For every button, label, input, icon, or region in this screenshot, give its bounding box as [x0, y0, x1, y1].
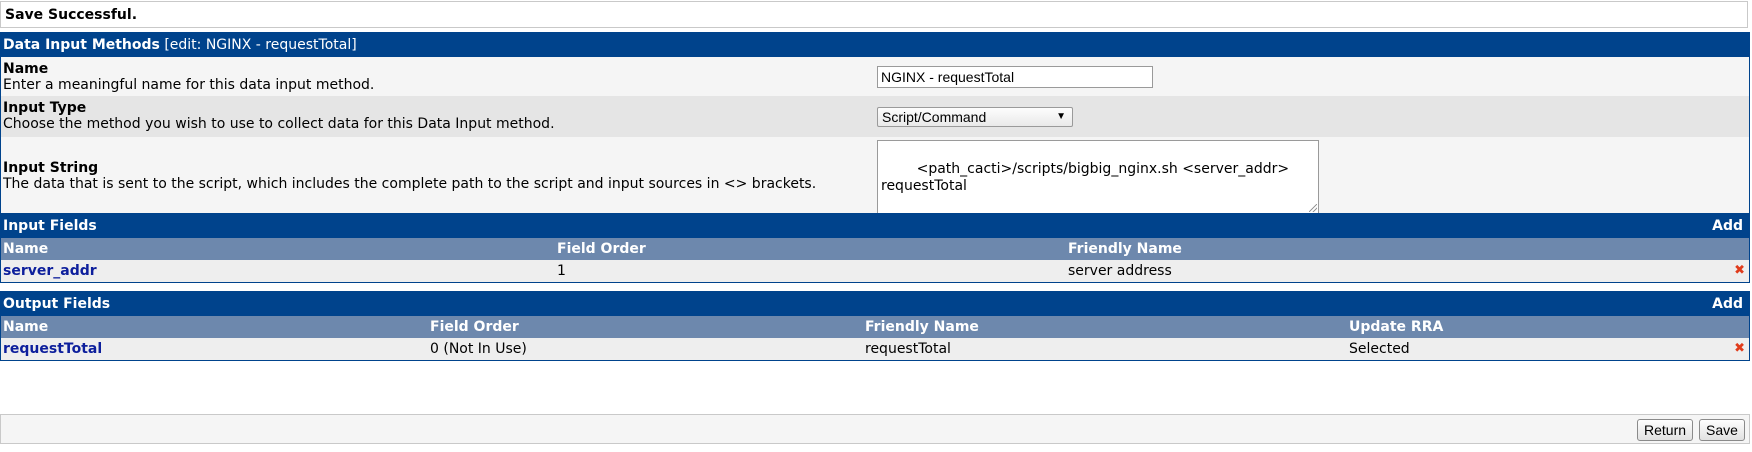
- table-row: server_addr 1 server address ✖: [1, 260, 1749, 282]
- save-message: Save Successful.: [0, 1, 1748, 28]
- panel-header: Data Input Methods [edit: NGINX - reques…: [1, 33, 1749, 57]
- input-type-select[interactable]: Script/Command ▼: [877, 107, 1073, 127]
- input-fields-title: Input Fields: [3, 218, 97, 234]
- output-field-friendly-name: requestTotal: [865, 341, 951, 357]
- name-input[interactable]: NGINX - requestTotal: [877, 66, 1153, 88]
- output-fields-add-link[interactable]: Add: [1712, 292, 1743, 316]
- chevron-down-icon: ▼: [1056, 111, 1066, 122]
- input-field-name-link[interactable]: server_addr: [3, 263, 97, 279]
- input-string-textarea[interactable]: <path_cacti>/scripts/bigbig_nginx.sh <se…: [877, 140, 1319, 214]
- column-header-field-order[interactable]: Field Order: [430, 316, 519, 338]
- output-fields-header: Output Fields Add: [1, 292, 1749, 316]
- delete-icon[interactable]: ✖: [1734, 260, 1745, 282]
- input-type-row: Input Type Choose the method you wish to…: [1, 96, 1749, 137]
- delete-icon[interactable]: ✖: [1734, 338, 1745, 360]
- input-field-friendly-name: server address: [1068, 263, 1172, 279]
- panel-title: Data Input Methods: [3, 37, 160, 53]
- name-row: Name Enter a meaningful name for this da…: [1, 57, 1749, 96]
- input-string-value: <path_cacti>/scripts/bigbig_nginx.sh <se…: [881, 161, 1290, 194]
- output-fields-panel: Output Fields Add Name Field Order Frien…: [0, 291, 1750, 361]
- input-field-order: 1: [557, 263, 566, 279]
- input-fields-panel: Input Fields Add Name Field Order Friend…: [0, 213, 1750, 283]
- action-bar: Return Save: [0, 414, 1750, 444]
- save-button[interactable]: Save: [1699, 419, 1745, 441]
- output-fields-title: Output Fields: [3, 296, 111, 312]
- column-header-name[interactable]: Name: [3, 238, 48, 260]
- column-header-friendly-name[interactable]: Friendly Name: [865, 316, 979, 338]
- output-field-name-link[interactable]: requestTotal: [3, 341, 102, 357]
- input-fields-header: Input Fields Add: [1, 214, 1749, 238]
- output-field-order: 0 (Not In Use): [430, 341, 527, 357]
- input-fields-column-headers: Name Field Order Friendly Name: [1, 238, 1749, 260]
- output-fields-column-headers: Name Field Order Friendly Name Update RR…: [1, 316, 1749, 338]
- input-fields-add-link[interactable]: Add: [1712, 214, 1743, 238]
- input-string-row: Input String The data that is sent to th…: [1, 137, 1749, 218]
- column-header-field-order[interactable]: Field Order: [557, 238, 646, 260]
- column-header-name[interactable]: Name: [3, 316, 48, 338]
- input-type-selected: Script/Command: [882, 109, 987, 125]
- input-type-description: Choose the method you wish to use to col…: [3, 116, 555, 132]
- return-button[interactable]: Return: [1637, 419, 1694, 441]
- page: Save Successful. Data Input Methods [edi…: [0, 0, 1752, 452]
- input-string-description: The data that is sent to the script, whi…: [3, 176, 817, 192]
- column-header-friendly-name[interactable]: Friendly Name: [1068, 238, 1182, 260]
- output-field-update-rra: Selected: [1349, 341, 1410, 357]
- table-row: requestTotal 0 (Not In Use) requestTotal…: [1, 338, 1749, 360]
- column-header-update-rra[interactable]: Update RRA: [1349, 316, 1443, 338]
- input-string-label: Input String: [3, 160, 99, 176]
- data-input-method-panel: Data Input Methods [edit: NGINX - reques…: [0, 32, 1750, 219]
- resize-handle-icon[interactable]: [1309, 204, 1317, 212]
- name-label: Name: [3, 61, 49, 77]
- name-description: Enter a meaningful name for this data in…: [3, 77, 375, 93]
- panel-title-edit: [edit: NGINX - requestTotal]: [164, 37, 357, 53]
- input-type-label: Input Type: [3, 100, 87, 116]
